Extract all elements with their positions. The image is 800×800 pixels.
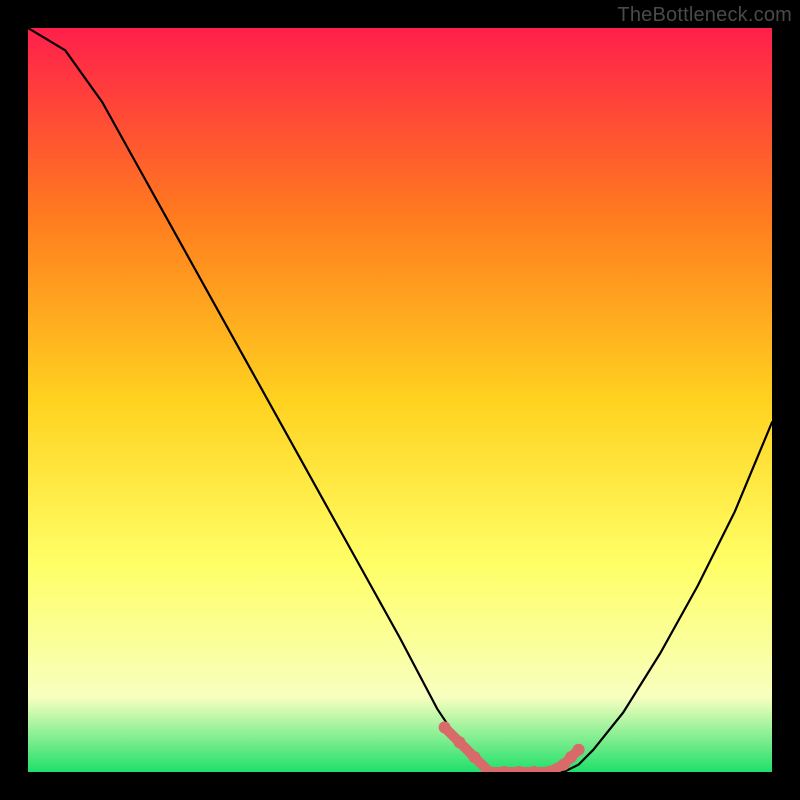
chart-svg <box>28 28 772 772</box>
optimal-point-marker <box>454 736 466 748</box>
gradient-background <box>28 28 772 772</box>
chart-stage: TheBottleneck.com <box>0 0 800 800</box>
optimal-point-marker <box>573 744 585 756</box>
optimal-point-marker <box>468 751 480 763</box>
optimal-point-marker <box>439 721 451 733</box>
plot-area <box>28 28 772 772</box>
watermark-text: TheBottleneck.com <box>617 4 792 27</box>
